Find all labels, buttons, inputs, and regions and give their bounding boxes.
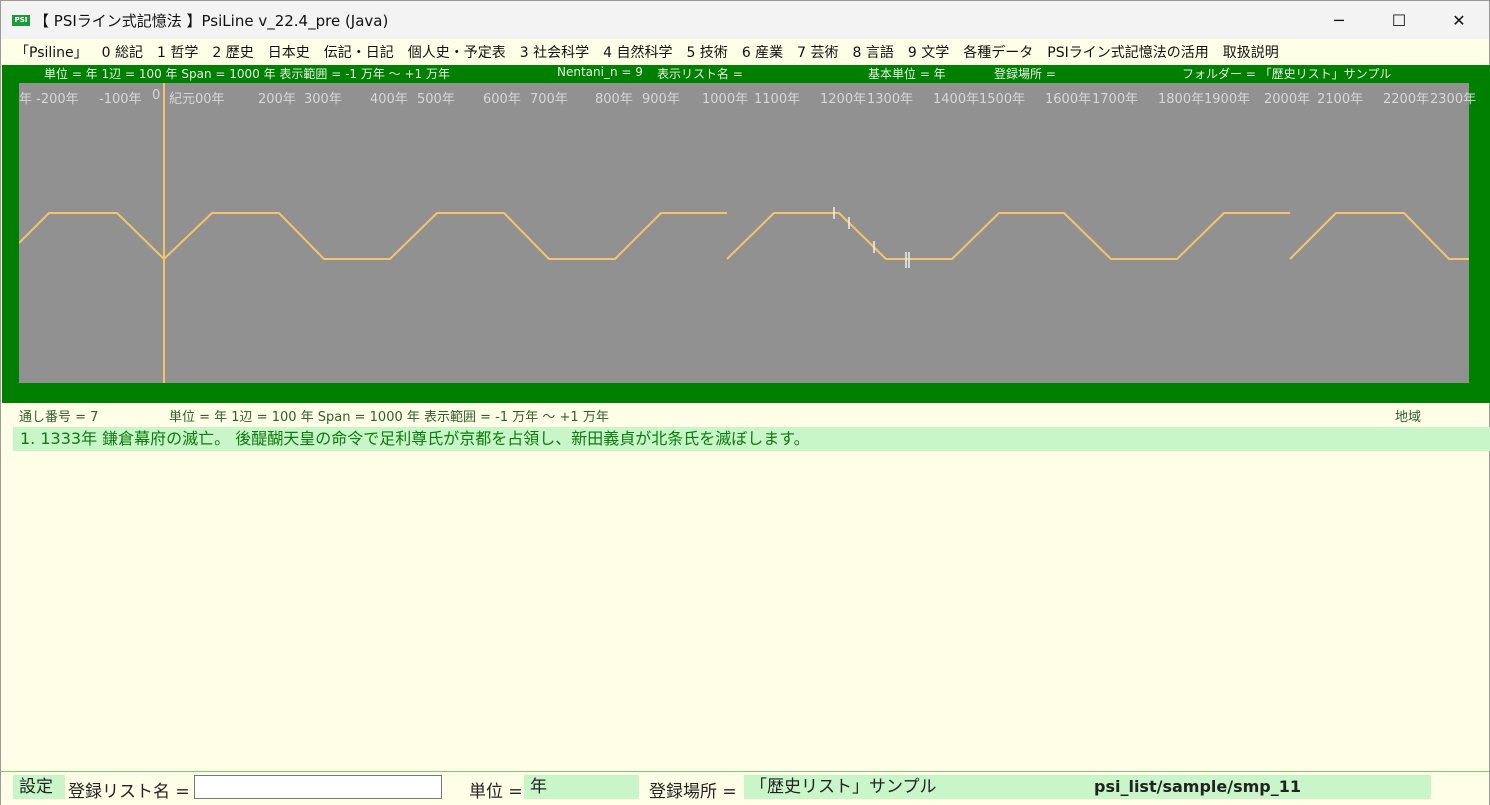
unit-value: 年 [524,775,639,799]
list-name-input[interactable] [194,775,442,799]
minimize-button[interactable]: ─ [1309,1,1369,39]
folder-info: フォルダー = 「歴史リスト」サンプル [1182,67,1392,81]
menu-usage[interactable]: PSIライン式記憶法の活用 [1047,42,1208,62]
menu-data[interactable]: 各種データ [963,42,1033,62]
title-bar[interactable]: PSI 【 PSIライン式記憶法 】PsiLine v_22.4_pre (Ja… [1,1,1489,39]
serial-number: 通し番号 = 7 [19,410,99,425]
menu-literature[interactable]: 9 文学 [908,42,949,62]
menu-japanese-history[interactable]: 日本史 [268,42,310,62]
timeline-panel: 単位 = 年 1辺 = 100 年 Span = 1000 年 表示範囲 = -… [2,65,1490,403]
location-value: 「歴史リスト」サンプル [744,775,1431,799]
menu-philosophy[interactable]: 1 哲学 [157,42,198,62]
menu-social-science[interactable]: 3 社会科学 [520,42,589,62]
list-name-label: 登録リスト名 = [68,782,190,802]
menu-industry[interactable]: 6 産業 [742,42,783,62]
menu-language[interactable]: 8 言語 [853,42,894,62]
menu-history[interactable]: 2 歴史 [212,42,253,62]
menu-biography[interactable]: 伝記・日記 [324,42,394,62]
menu-personal-history[interactable]: 個人史・予定表 [408,42,506,62]
unit-span-info: 単位 = 年 1辺 = 100 年 Span = 1000 年 表示範囲 = -… [44,67,450,81]
path-value: psi_list/sample/smp_11 [1094,777,1301,796]
window-controls: ─ ☐ ✕ [1309,1,1489,39]
psi-line-plot[interactable]: 年 -200年 -100年 0 紀元00年 200年 300年 400年 500… [19,83,1476,383]
psi-line-segment [19,212,727,261]
nentani-info: Nentani_n = 9 [557,65,643,79]
menu-technology[interactable]: 5 技術 [686,42,727,62]
settings-button[interactable]: 設定 [13,775,65,799]
maximize-button[interactable]: ☐ [1369,1,1429,39]
event-entry[interactable]: 1. 1333年 鎌倉幕府の滅亡。 後醍醐天皇の命令で足利尊氏が京都を占領し、新… [13,427,1490,451]
app-logo-icon: PSI [12,14,30,26]
menu-manual[interactable]: 取扱説明 [1223,42,1279,62]
location-label: 登録場所 = [649,782,737,802]
close-button[interactable]: ✕ [1429,1,1489,39]
detail-unit-span: 単位 = 年 1辺 = 100 年 Span = 1000 年 表示範囲 = -… [169,410,609,425]
region-label: 地域 [1395,410,1422,425]
menu-bar: 「Psiline」 0 総記 1 哲学 2 歴史 日本史 伝記・日記 個人史・予… [1,39,1489,65]
menu-natural-science[interactable]: 4 自然科学 [603,42,672,62]
app-window: PSI 【 PSIライン式記憶法 】PsiLine v_22.4_pre (Ja… [0,0,1490,805]
psi-line-segment [1289,212,1469,260]
menu-general[interactable]: 0 総記 [102,42,143,62]
psi-line-svg [19,83,1469,383]
list-name-info: 表示リスト名 = [657,67,743,81]
status-bar: 設定 登録リスト名 = 単位 = 年 登録場所 = 「歴史リスト」サンプル ps… [1,771,1489,805]
base-unit-info: 基本単位 = 年 [868,67,946,81]
unit-label: 単位 = [469,782,523,802]
psi-line-segment [726,212,1290,260]
menu-arts[interactable]: 7 芸術 [797,42,838,62]
location-info: 登録場所 = [994,67,1056,81]
window-title: 【 PSIライン式記憶法 】PsiLine v_22.4_pre (Java) [34,11,389,30]
menu-psiline[interactable]: 「Psiline」 [15,42,88,62]
